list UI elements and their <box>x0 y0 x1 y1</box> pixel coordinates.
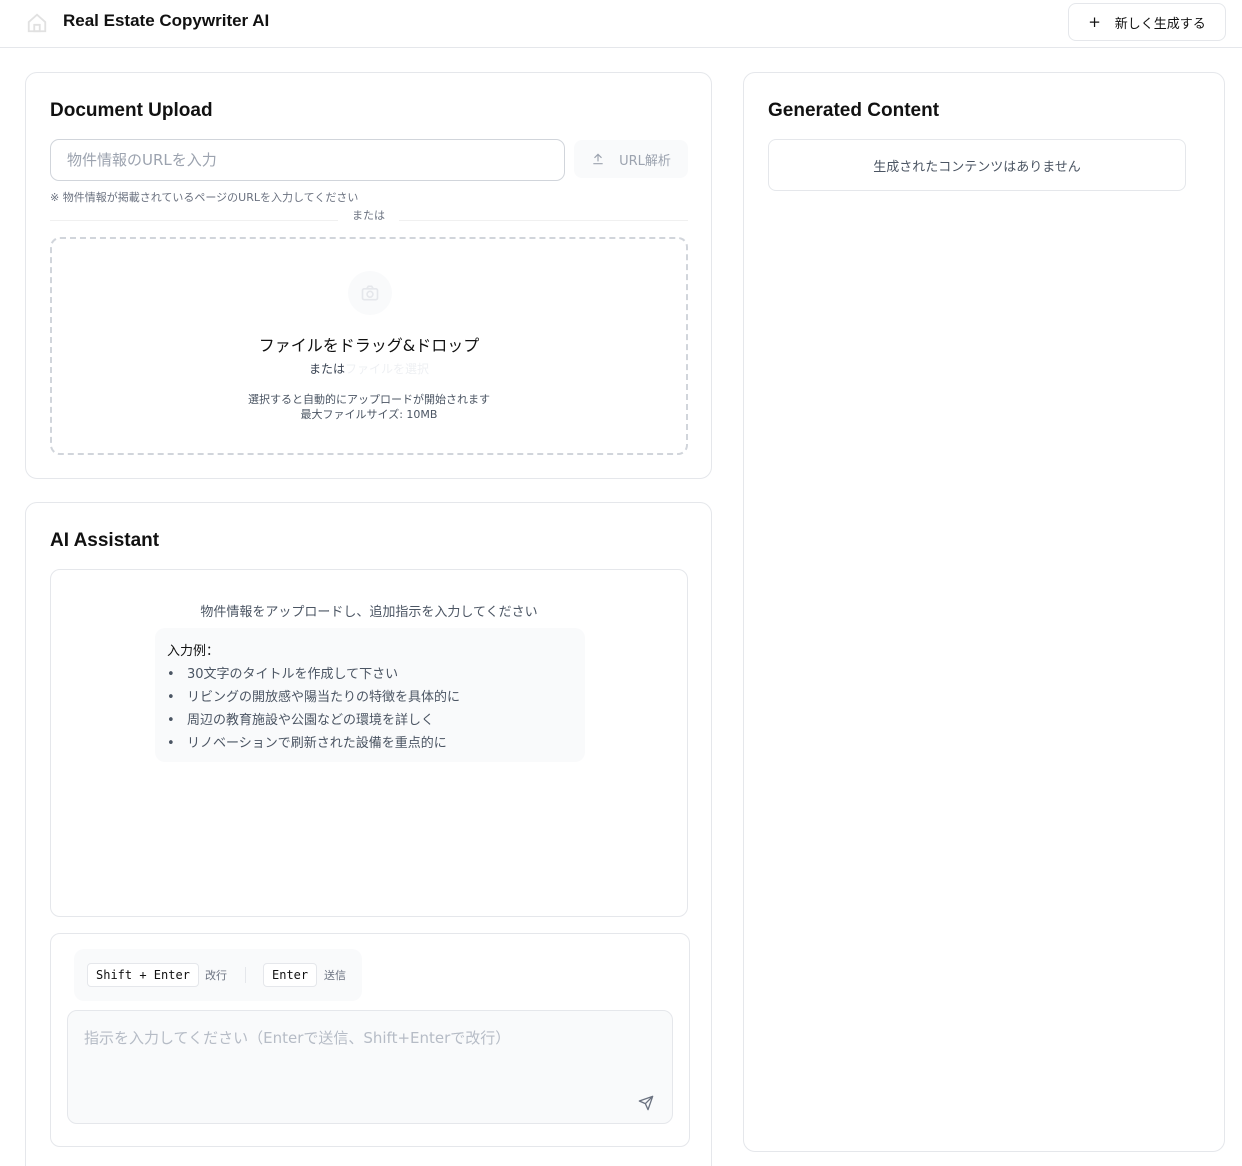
dropzone-title: ファイルをドラッグ&ドロップ <box>258 336 480 355</box>
input-examples: 入力例： 30文字のタイトルを作成して下さい リビングの開放感や陽当たりの特徴を… <box>155 628 585 762</box>
generated-content-title: Generated Content <box>768 100 940 121</box>
file-dropzone[interactable]: ファイルをドラッグ&ドロップ またはファイルを選択 選択すると自動的にアップロー… <box>50 237 688 455</box>
dropzone-or: またはファイルを選択 <box>52 360 686 377</box>
example-item: 周辺の教育施設や公園などの環境を詳しく <box>167 709 573 732</box>
new-generate-button[interactable]: + 新しく生成する <box>1068 3 1226 41</box>
shift-enter-key: Shift + Enter <box>87 963 199 987</box>
dropzone-note-line2: 最大ファイルサイズ: 10MB <box>300 408 438 421</box>
send-label: 送信 <box>324 969 346 982</box>
url-parse-button[interactable]: URL解析 <box>574 140 688 178</box>
document-upload-title: Document Upload <box>50 100 213 121</box>
url-hint: ※ 物件情報が掲載されているページのURLを入力してください <box>50 191 359 204</box>
enter-key: Enter <box>263 963 318 987</box>
url-input[interactable] <box>50 139 565 181</box>
ai-assistant-title: AI Assistant <box>50 530 160 551</box>
shortcut-hints: Shift + Enter 改行 Enter 送信 <box>74 949 362 1001</box>
dropzone-note-line1: 選択すると自動的にアップロードが開始されます <box>248 393 490 406</box>
camera-icon <box>348 271 392 315</box>
send-button[interactable] <box>635 1092 657 1114</box>
home-icon <box>27 13 47 33</box>
upload-icon <box>593 153 603 165</box>
shortcut-separator <box>245 967 246 983</box>
generated-content-card: Generated Content 生成されたコンテンツはありません <box>743 72 1225 1152</box>
send-icon <box>638 1095 654 1111</box>
chat-intro: 物件情報をアップロードし、追加指示を入力してください <box>200 605 538 620</box>
chat-area: 物件情報をアップロードし、追加指示を入力してください 入力例： 30文字のタイト… <box>50 569 688 917</box>
example-item: 30文字のタイトルを作成して下さい <box>167 663 573 686</box>
new-generate-label: 新しく生成する <box>1114 16 1206 32</box>
dropzone-or-text: または <box>308 362 345 376</box>
newline-label: 改行 <box>205 969 227 982</box>
dropzone-note: 選択すると自動的にアップロードが開始されます 最大ファイルサイズ: 10MB <box>52 392 686 422</box>
example-item: リビングの開放感や陽当たりの特徴を具体的に <box>167 686 573 709</box>
document-upload-card: Document Upload URL解析 ※ 物件情報が掲載されているページの… <box>25 72 712 479</box>
app-header: Real Estate Copywriter AI + 新しく生成する <box>0 0 1242 48</box>
url-parse-label: URL解析 <box>619 153 671 169</box>
example-item: リノベーションで刷新された設備を重点的に <box>167 732 573 755</box>
select-file-link[interactable]: ファイルを選択 <box>345 362 429 376</box>
empty-content-message: 生成されたコンテンツはありません <box>768 139 1186 191</box>
examples-title: 入力例： <box>167 644 220 659</box>
app-title: Real Estate Copywriter AI <box>63 11 270 30</box>
plus-icon: + <box>1088 13 1101 31</box>
or-divider-text: または <box>338 207 399 223</box>
instruction-textarea[interactable] <box>67 1010 673 1124</box>
ai-assistant-card: AI Assistant 物件情報をアップロードし、追加指示を入力してください … <box>25 502 712 1166</box>
examples-list: 30文字のタイトルを作成して下さい リビングの開放感や陽当たりの特徴を具体的に … <box>167 663 573 755</box>
instruction-input-card: Shift + Enter 改行 Enter 送信 <box>50 933 690 1147</box>
